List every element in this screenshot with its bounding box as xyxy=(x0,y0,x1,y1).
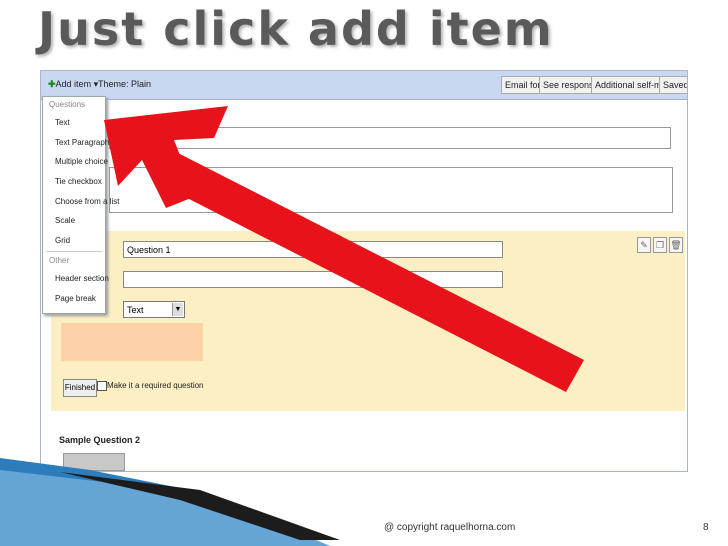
footer-copyright: @ copyright raquelhorna.com xyxy=(384,522,516,533)
page-number: 8 xyxy=(703,522,709,533)
slide-decoration xyxy=(0,458,340,546)
decor-light-swoosh xyxy=(0,470,330,546)
